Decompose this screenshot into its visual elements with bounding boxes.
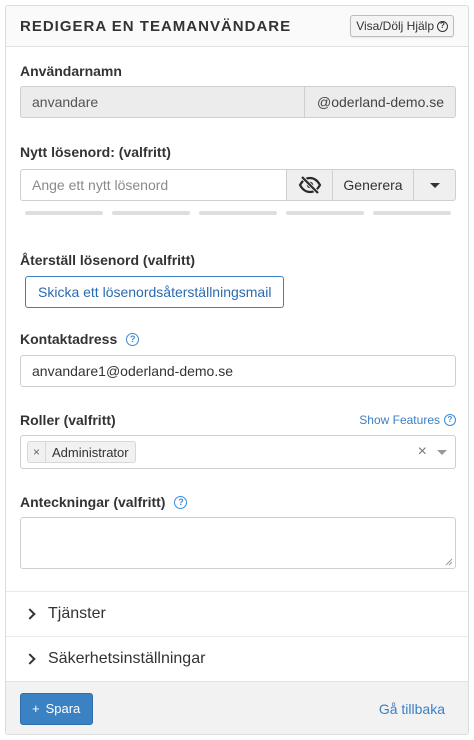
section-security-settings[interactable]: Säkerhetsinställningar	[6, 636, 468, 681]
toggle-help-label: Visa/Dölj Hjälp	[356, 19, 434, 33]
password-label: Nytt lösenord: (valfritt)	[20, 144, 171, 160]
contact-email-input[interactable]: anvandare1@oderland-demo.se	[20, 355, 456, 387]
plus-icon: +	[32, 701, 40, 716]
help-question-icon[interactable]: ?	[126, 332, 140, 346]
edit-team-user-panel: REDIGERA EN TEAMANVÄNDARE Visa/Dölj Hjäl…	[5, 5, 469, 735]
chevron-right-icon	[24, 608, 36, 620]
roles-header: Roller (valfritt) Show Features ?	[20, 411, 456, 429]
password-row: Ange ett nytt lösenord Generera	[20, 169, 456, 201]
help-question-icon: ?	[444, 414, 456, 426]
roles-label: Roller (valfritt)	[20, 412, 116, 428]
page-title: REDIGERA EN TEAMANVÄNDARE	[20, 17, 292, 35]
save-label: Spara	[45, 701, 81, 716]
contact-label-text: Kontaktadress	[20, 331, 118, 347]
section-label: Säkerhetsinställningar	[48, 650, 206, 667]
notes-label-text: Anteckningar (valfritt)	[20, 494, 166, 510]
go-back-link[interactable]: Gå tillbaka	[379, 701, 445, 717]
toggle-help-button[interactable]: Visa/Dölj Hjälp ?	[350, 15, 454, 37]
username-label: Användarnamn	[20, 63, 122, 79]
password-strength-meter	[20, 211, 456, 215]
roles-select[interactable]: × Administrator ×	[20, 435, 456, 469]
form-footer: + Spara Gå tillbaka	[6, 681, 468, 734]
resize-grip-icon[interactable]	[445, 558, 453, 566]
remove-tag-icon[interactable]: ×	[28, 442, 47, 462]
question-circle-icon: ?	[437, 20, 448, 32]
form-body: Användarnamn anvandare @oderland-demo.se…	[20, 62, 456, 569]
caret-down-icon[interactable]	[437, 449, 447, 455]
username-field: anvandare	[20, 86, 304, 118]
role-tag-label: Administrator	[52, 444, 129, 460]
contact-label: Kontaktadress ?	[20, 330, 456, 348]
save-button[interactable]: + Spara	[20, 692, 94, 725]
caret-down-icon	[429, 182, 440, 188]
toggle-password-visibility-button[interactable]	[286, 169, 332, 201]
clear-selection-icon[interactable]: ×	[418, 443, 427, 461]
username-row: anvandare @oderland-demo.se	[20, 86, 456, 118]
eye-slash-icon	[298, 176, 321, 194]
send-reset-mail-button[interactable]: Skicka ett lösenordsåterställningsmail	[25, 276, 285, 308]
password-input[interactable]: Ange ett nytt lösenord	[20, 169, 286, 201]
help-question-icon[interactable]: ?	[174, 495, 188, 509]
generate-options-dropdown[interactable]	[413, 169, 456, 201]
show-features-link[interactable]: Show Features ?	[359, 413, 456, 427]
strength-segment	[199, 211, 277, 215]
notes-textarea[interactable]	[20, 517, 456, 569]
reset-password-label: Återställ lösenord (valfritt)	[20, 252, 196, 268]
strength-segment	[286, 211, 364, 215]
role-tag: × Administrator	[27, 441, 136, 463]
show-features-label: Show Features	[359, 413, 440, 427]
domain-addon: @oderland-demo.se	[304, 86, 456, 118]
notes-label: Anteckningar (valfritt) ?	[20, 493, 456, 511]
strength-segment	[373, 211, 451, 215]
strength-segment	[25, 211, 103, 215]
section-label: Tjänster	[48, 605, 106, 622]
strength-segment	[112, 211, 190, 215]
generate-password-button[interactable]: Generera	[332, 169, 413, 201]
panel-header: REDIGERA EN TEAMANVÄNDARE Visa/Dölj Hjäl…	[6, 6, 468, 47]
section-services[interactable]: Tjänster	[6, 591, 468, 636]
chevron-right-icon	[24, 653, 36, 665]
